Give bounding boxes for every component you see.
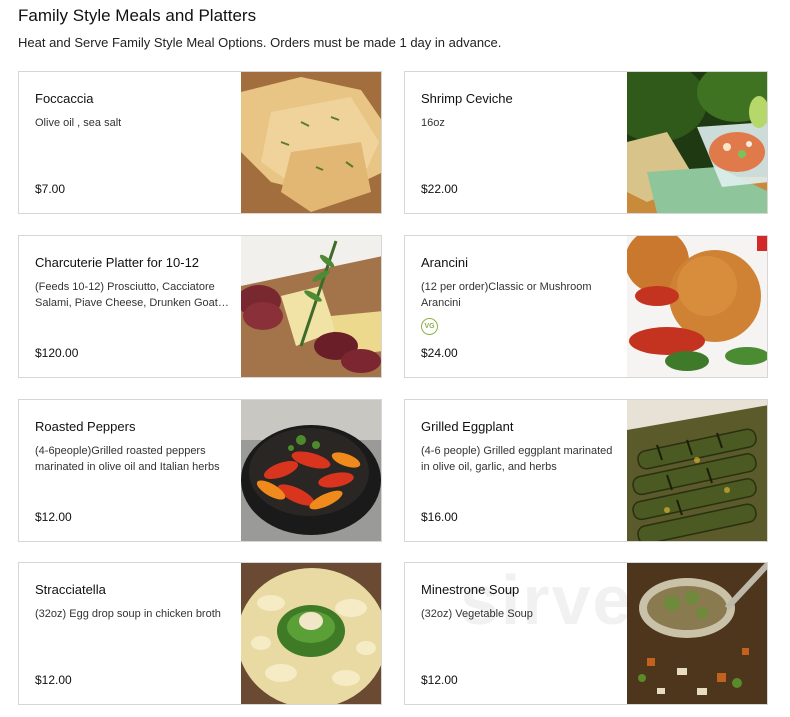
menu-item-name: Charcuterie Platter for 10-12	[35, 255, 200, 270]
menu-item-price: $7.00	[35, 182, 66, 196]
menu-item-photo	[241, 563, 381, 704]
menu-item-card[interactable]: Foccaccia Olive oil , sea salt $7.00	[18, 71, 382, 214]
menu-item-price: $16.00	[421, 510, 458, 524]
menu-item-info: Minestrone Soup (32oz) Vegetable Soup $1…	[405, 563, 627, 704]
menu-item-info: Grilled Eggplant (4-6 people) Grilled eg…	[405, 400, 627, 541]
menu-item-photo	[627, 72, 767, 213]
menu-item-name: Roasted Peppers	[35, 419, 136, 434]
page-subtitle: Heat and Serve Family Style Meal Options…	[18, 35, 502, 50]
menu-item-photo	[241, 236, 381, 377]
menu-item-info: Stracciatella (32oz) Egg drop soup in ch…	[19, 563, 241, 704]
menu-item-photo	[241, 400, 381, 541]
menu-item-description: (Feeds 10-12) Prosciutto, Cacciatore Sal…	[35, 281, 218, 309]
menu-item-info: Roasted Peppers (4-6people)Grilled roast…	[19, 400, 241, 541]
menu-item-name: Grilled Eggplant	[421, 419, 514, 434]
menu-item-price: $12.00	[35, 673, 72, 687]
menu-item-card[interactable]: Roasted Peppers (4-6people)Grilled roast…	[18, 399, 382, 542]
menu-item-photo	[241, 72, 381, 213]
menu-item-name: Minestrone Soup	[421, 582, 520, 597]
menu-item-description: (32oz) Vegetable Soup	[421, 608, 533, 620]
menu-item-photo	[627, 400, 767, 541]
menu-item-card[interactable]: Minestrone Soup (32oz) Vegetable Soup $1…	[404, 562, 768, 705]
menu-item-price: $22.00	[421, 182, 458, 196]
vegetarian-badge-icon: VG	[421, 318, 438, 335]
menu-item-description: (32oz) Egg drop soup in chicken broth	[35, 608, 221, 620]
menu-item-description: (4-6people)Grilled roasted peppers marin…	[35, 445, 220, 473]
menu-item-price: $24.00	[421, 346, 458, 360]
menu-item-info: Arancini (12 per order)Classic or Mushro…	[405, 236, 627, 377]
menu-item-description: (12 per order)Classic or Mushroom Aranci…	[421, 281, 592, 309]
menu-item-card[interactable]: Shrimp Ceviche 16oz $22.00	[404, 71, 768, 214]
menu-item-info: Foccaccia Olive oil , sea salt $7.00	[19, 72, 241, 213]
menu-item-photo	[627, 563, 767, 704]
menu-item-description: (4-6 people) Grilled eggplant marinated …	[421, 445, 613, 473]
menu-item-price: $120.00	[35, 346, 79, 360]
menu-item-name: Shrimp Ceviche	[421, 91, 513, 106]
menu-item-info: Shrimp Ceviche 16oz $22.00	[405, 72, 627, 213]
menu-item-price: $12.00	[421, 673, 458, 687]
menu-item-info: Charcuterie Platter for 10-12 (Feeds 10-…	[19, 236, 241, 377]
menu-item-name: Arancini	[421, 255, 468, 270]
menu-item-card[interactable]: Arancini (12 per order)Classic or Mushro…	[404, 235, 768, 378]
menu-item-card[interactable]: Charcuterie Platter for 10-12 (Feeds 10-…	[18, 235, 382, 378]
menu-item-card[interactable]: Stracciatella (32oz) Egg drop soup in ch…	[18, 562, 382, 705]
menu-item-photo	[627, 236, 767, 377]
menu-item-name: Foccaccia	[35, 91, 94, 106]
menu-item-price: $12.00	[35, 510, 72, 524]
menu-item-description: 16oz	[421, 117, 445, 129]
menu-item-description: Olive oil , sea salt	[35, 117, 122, 129]
menu-item-name: Stracciatella	[35, 582, 106, 597]
menu-item-card[interactable]: Grilled Eggplant (4-6 people) Grilled eg…	[404, 399, 768, 542]
page-title: Family Style Meals and Platters	[18, 6, 257, 25]
